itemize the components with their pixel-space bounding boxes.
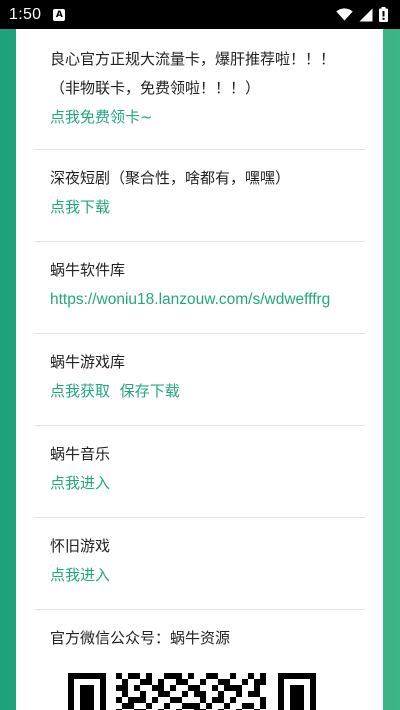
section-title: 蜗牛音乐 [50, 445, 111, 463]
section-title: 良心官方正规大流量卡，爆肝推荐啦！！！ [50, 50, 336, 68]
divider [34, 241, 365, 242]
battery-icon [379, 7, 388, 22]
signal-icon [359, 8, 373, 21]
free-card-link[interactable]: 点我免费领卡~ [50, 103, 365, 132]
divider [34, 517, 365, 518]
status-bar: 1:50 A [0, 0, 400, 29]
section-music: 蜗牛音乐 点我进入 [34, 440, 365, 498]
section-title: 怀旧游戏 [50, 537, 111, 555]
section-title: 深夜短剧（聚合性，啥都有，嘿嘿） [50, 169, 291, 187]
section-title: 蜗牛软件库 [50, 261, 126, 279]
section-title: 官方微信公众号：蜗牛资源 [50, 629, 231, 647]
game-library-links: 点我获取 保存下载 [50, 377, 365, 406]
enter-retro-games-link[interactable]: 点我进入 [50, 561, 365, 590]
wechat-qr-code [68, 673, 316, 710]
get-link[interactable]: 点我获取 [50, 382, 110, 400]
section-short-drama: 深夜短剧（聚合性，啥都有，嘿嘿） 点我下载 [34, 164, 365, 222]
status-left: 1:50 A [9, 5, 66, 24]
download-link[interactable]: 点我下载 [50, 193, 365, 222]
section-wechat-account: 官方微信公众号：蜗牛资源 [34, 624, 365, 653]
divider [34, 609, 365, 610]
section-subtitle: （非物联卡，免费领啦！！！） [50, 79, 261, 97]
section-title: 蜗牛游戏库 [50, 353, 126, 371]
section-retro-games: 怀旧游戏 点我进入 [34, 532, 365, 590]
section-data-card: 良心官方正规大流量卡，爆肝推荐啦！！！ （非物联卡，免费领啦！！！） 点我免费领… [34, 45, 365, 132]
wifi-icon [336, 8, 353, 21]
section-game-library: 蜗牛游戏库 点我获取 保存下载 [34, 348, 365, 406]
save-download-link[interactable]: 保存下载 [120, 382, 180, 400]
enter-music-link[interactable]: 点我进入 [50, 469, 365, 498]
notification-icon: A [53, 8, 66, 21]
content-card: 良心官方正规大流量卡，爆肝推荐啦！！！ （非物联卡，免费领啦！！！） 点我免费领… [16, 29, 383, 710]
section-software-library: 蜗牛软件库 https://woniu18.lanzouw.com/s/wdwe… [34, 256, 365, 314]
status-time: 1:50 [9, 5, 42, 23]
software-library-url-link[interactable]: https://woniu18.lanzouw.com/s/wdwefffrg [50, 285, 365, 314]
divider [34, 425, 365, 426]
divider [34, 149, 365, 150]
status-right [336, 7, 388, 22]
divider [34, 333, 365, 334]
